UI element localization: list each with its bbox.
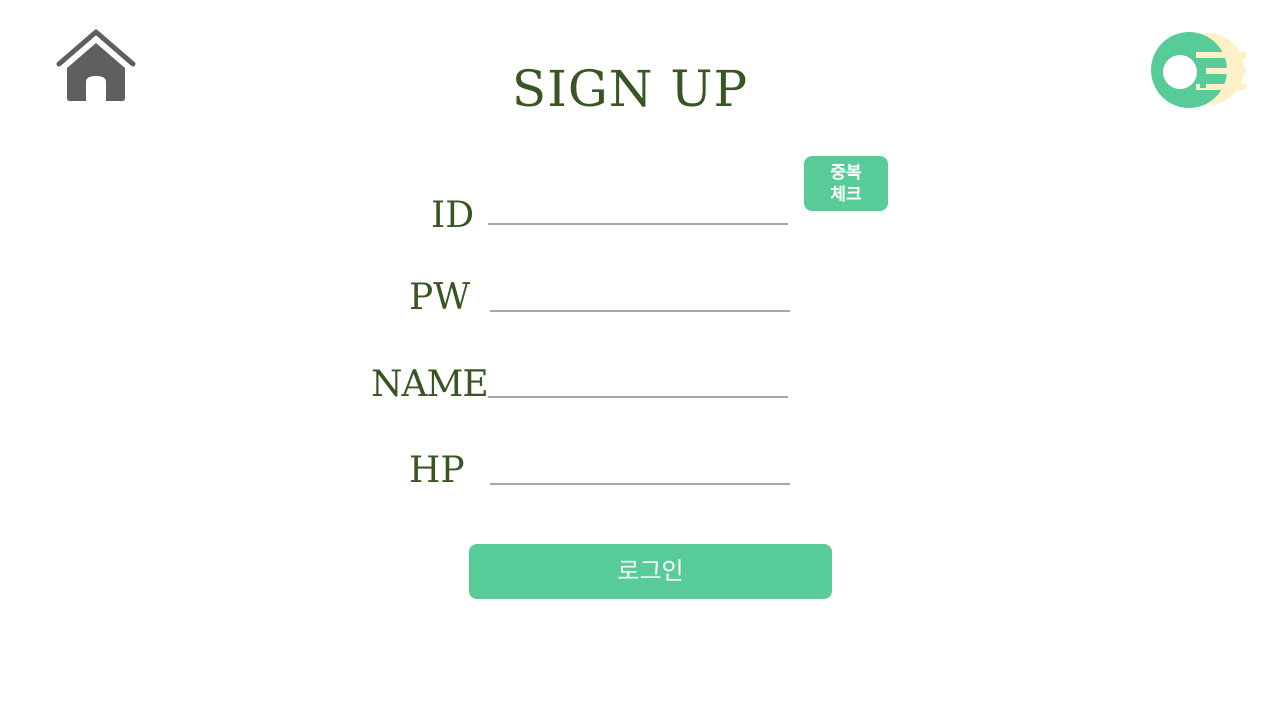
id-label: ID [431,195,475,236]
name-label: NAME [371,364,489,405]
pw-label: PW [409,277,471,318]
duplicate-check-button[interactable]: 중복 체크 [804,156,888,211]
hp-label: HP [409,450,465,491]
duplicate-check-label-line1: 중복 [830,162,862,183]
duplicate-check-label-line2: 체크 [830,184,862,205]
name-input[interactable] [488,370,788,398]
hp-input[interactable] [490,457,790,485]
pw-input[interactable] [490,284,790,312]
login-button[interactable]: 로그인 [469,544,832,599]
id-input[interactable] [488,197,788,225]
page-title: SIGN UP [511,60,749,118]
